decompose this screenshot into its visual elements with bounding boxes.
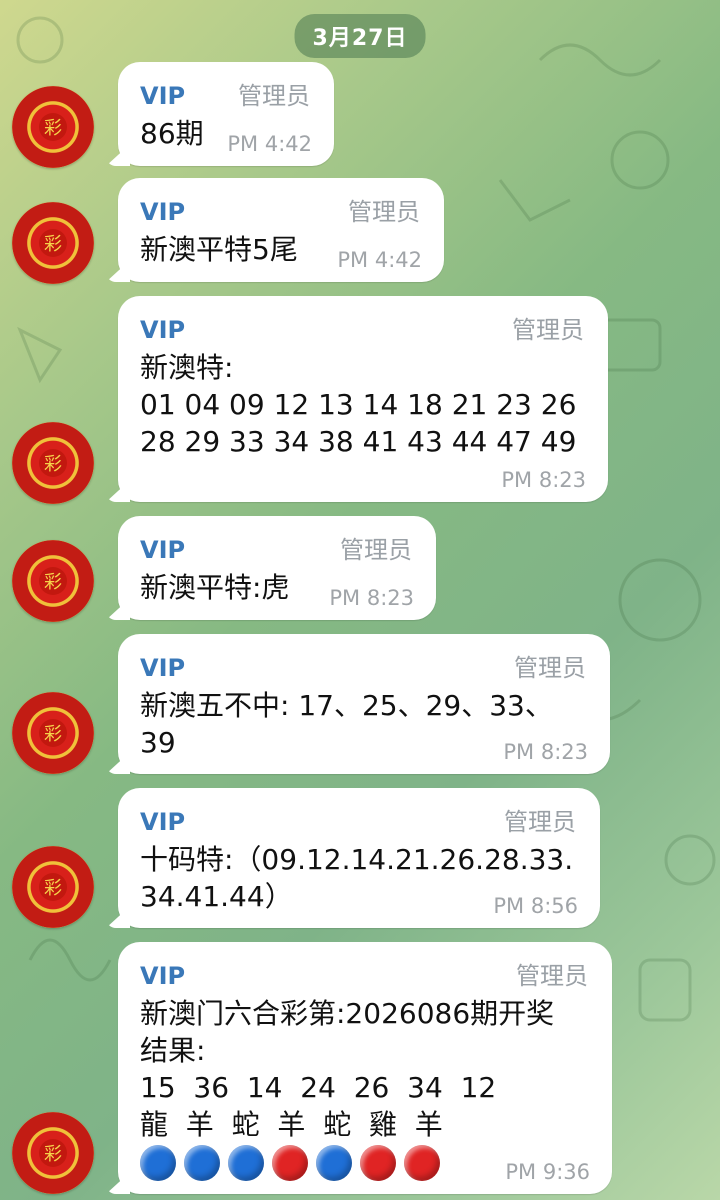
svg-text:彩: 彩	[44, 118, 62, 139]
message-time: PM 8:23	[501, 468, 586, 492]
sender-name[interactable]: VIP	[140, 962, 185, 990]
message-bubble[interactable]: VIP 管理员 新澳门六合彩第:2026086期开奖 结果: 15 36 14 2…	[118, 942, 612, 1194]
svg-text:彩: 彩	[44, 454, 62, 475]
message-bubble[interactable]: VIP 管理员 新澳平特5尾 PM 4:42	[118, 178, 444, 282]
admin-badge: 管理员	[348, 198, 420, 226]
message-time: PM 4:42	[337, 248, 422, 272]
sender-name[interactable]: VIP	[140, 316, 185, 344]
message-time: PM 8:56	[493, 894, 578, 918]
blue-ball-icon	[140, 1145, 176, 1181]
admin-badge: 管理员	[504, 808, 576, 836]
svg-text:彩: 彩	[44, 724, 62, 745]
red-ball-icon	[404, 1145, 440, 1181]
sender-name[interactable]: VIP	[140, 536, 185, 564]
blue-ball-icon	[316, 1145, 352, 1181]
admin-badge: 管理员	[516, 962, 588, 990]
admin-badge: 管理员	[512, 316, 584, 344]
lottery-logo-avatar[interactable]: 彩	[12, 540, 94, 622]
blue-ball-icon	[228, 1145, 264, 1181]
lottery-logo-avatar[interactable]: 彩	[12, 86, 94, 168]
sender-name[interactable]: VIP	[140, 808, 185, 836]
lottery-logo-avatar[interactable]: 彩	[12, 422, 94, 504]
sender-name[interactable]: VIP	[140, 654, 185, 682]
date-separator: 3月27日	[294, 14, 426, 58]
red-ball-icon	[272, 1145, 308, 1181]
lottery-logo-avatar[interactable]: 彩	[12, 202, 94, 284]
message-text: 新澳特: 01 04 09 12 13 14 18 21 23 26 28 29…	[140, 351, 577, 458]
lottery-logo-avatar[interactable]: 彩	[12, 692, 94, 774]
message-bubble[interactable]: VIP 管理员 新澳平特:虎 PM 8:23	[118, 516, 436, 620]
lottery-logo-avatar[interactable]: 彩	[12, 846, 94, 928]
red-ball-icon	[360, 1145, 396, 1181]
message-time: PM 9:36	[505, 1160, 590, 1184]
svg-text:彩: 彩	[44, 234, 62, 255]
message-bubble[interactable]: VIP 管理员 新澳特: 01 04 09 12 13 14 18 21 23 2…	[118, 296, 608, 502]
message-bubble[interactable]: VIP 管理员 十码特:（09.12.14.21.26.28.33. 34.41.…	[118, 788, 600, 928]
admin-badge: 管理员	[238, 82, 310, 110]
message-time: PM 8:23	[329, 586, 414, 610]
lottery-logo-avatar[interactable]: 彩	[12, 1112, 94, 1194]
sender-name[interactable]: VIP	[140, 198, 185, 226]
message-bubble[interactable]: VIP 管理员 新澳五不中: 17、25、29、33、 39 PM 8:23	[118, 634, 610, 774]
message-text: 新澳门六合彩第:2026086期开奖 结果: 15 36 14 24 26 34…	[140, 997, 555, 1141]
blue-ball-icon	[184, 1145, 220, 1181]
svg-text:彩: 彩	[44, 1144, 62, 1165]
message-bubble[interactable]: VIP 管理员 86期 PM 4:42	[118, 62, 334, 166]
admin-badge: 管理员	[340, 536, 412, 564]
message-time: PM 8:23	[503, 740, 588, 764]
sender-name[interactable]: VIP	[140, 82, 185, 110]
message-time: PM 4:42	[227, 132, 312, 156]
admin-badge: 管理员	[514, 654, 586, 682]
svg-text:彩: 彩	[44, 878, 62, 899]
svg-text:彩: 彩	[44, 572, 62, 593]
